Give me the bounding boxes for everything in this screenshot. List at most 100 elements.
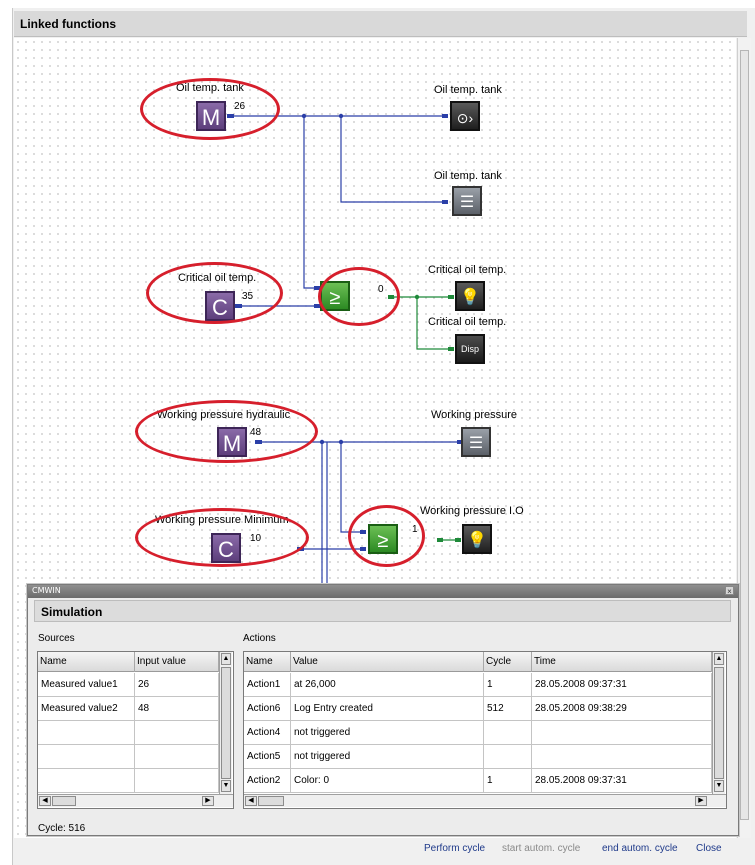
- start-auto-cycle-button[interactable]: start autom. cycle: [502, 843, 580, 854]
- close-icon[interactable]: ×: [725, 586, 734, 596]
- table-cell: Action2: [244, 769, 291, 793]
- table-cell: [532, 721, 712, 745]
- table-cell: 1: [484, 673, 532, 697]
- scrollbar-thumb[interactable]: [258, 796, 284, 806]
- table-cell: 512: [484, 697, 532, 721]
- simulation-window: CMWIN × Simulation Sources Actions Name …: [27, 584, 739, 836]
- table-cell: not triggered: [291, 721, 484, 745]
- annotation-ellipse: [146, 262, 283, 324]
- scrollbar-thumb[interactable]: [52, 796, 76, 806]
- cycle-counter: Cycle: 516: [38, 823, 86, 834]
- table-cell: [484, 721, 532, 745]
- column-header[interactable]: Time: [532, 652, 712, 672]
- table-cell: Action6: [244, 697, 291, 721]
- actions-vertical-scrollbar[interactable]: ▲ ▼: [712, 652, 725, 794]
- log-list-icon[interactable]: ☰: [452, 186, 482, 216]
- perform-cycle-button[interactable]: Perform cycle: [424, 843, 485, 854]
- actions-label: Actions: [243, 633, 276, 644]
- simulation-title: Simulation: [41, 605, 103, 619]
- annotation-ellipse: [135, 400, 318, 463]
- analog-output-icon[interactable]: ⊙›: [450, 101, 480, 131]
- table-cell: not triggered: [291, 745, 484, 769]
- lamp-icon[interactable]: 💡: [462, 524, 492, 554]
- lamp-icon[interactable]: 💡: [455, 281, 485, 311]
- critical-lamp-label: Critical oil temp.: [428, 264, 507, 276]
- table-row[interactable]: Measured value1 26: [38, 673, 219, 697]
- table-cell: Log Entry created: [291, 697, 484, 721]
- actions-horizontal-scrollbar[interactable]: ◀ ▶: [244, 794, 726, 807]
- actions-table-header: Name Value Cycle Time: [244, 652, 712, 672]
- scroll-down-icon[interactable]: ▼: [714, 780, 724, 792]
- table-cell: [135, 721, 219, 745]
- table-cell: [38, 721, 135, 745]
- scrollbar-thumb[interactable]: [221, 667, 231, 779]
- sources-horizontal-scrollbar[interactable]: ◀ ▶: [38, 794, 233, 807]
- table-cell: [484, 745, 532, 769]
- table-row[interactable]: [38, 769, 219, 793]
- table-cell: [532, 745, 712, 769]
- scroll-right-icon[interactable]: ▶: [202, 796, 214, 806]
- pressure-log-label: Working pressure: [431, 409, 517, 421]
- table-cell: Measured value2: [38, 697, 135, 721]
- table-row[interactable]: Action5 not triggered: [244, 745, 712, 769]
- table-cell: Measured value1: [38, 673, 135, 697]
- panel-header: Linked functions: [14, 11, 747, 37]
- wire-oil-to-compare1: [303, 116, 319, 289]
- annotation-ellipse: [135, 508, 309, 567]
- column-header[interactable]: Cycle: [484, 652, 532, 672]
- column-header[interactable]: Input value: [135, 652, 219, 672]
- annotation-ellipse: [318, 267, 400, 326]
- close-button[interactable]: Close: [696, 843, 722, 854]
- table-row[interactable]: Action6 Log Entry created 512 28.05.2008 09…: [244, 697, 712, 721]
- annotation-ellipse: [140, 78, 280, 140]
- scroll-left-icon[interactable]: ◀: [245, 796, 257, 806]
- sources-table-header: Name Input value: [38, 652, 219, 672]
- table-row[interactable]: Measured value2 48: [38, 697, 219, 721]
- wire-oil-to-out2: [340, 116, 446, 203]
- canvas-vertical-scrollbar[interactable]: [737, 38, 751, 838]
- simulation-header: Simulation: [34, 600, 731, 622]
- sources-table: Name Input value Measured value1 26 Measur…: [37, 651, 234, 809]
- table-cell: [135, 745, 219, 769]
- scroll-up-icon[interactable]: ▲: [221, 653, 231, 665]
- table-cell: [38, 745, 135, 769]
- table-cell: 26: [135, 673, 219, 697]
- scrollbar-thumb[interactable]: [714, 667, 724, 779]
- column-header[interactable]: Value: [291, 652, 484, 672]
- pressure-lamp-label: Working pressure I.O: [420, 505, 524, 517]
- table-cell: Action4: [244, 721, 291, 745]
- table-cell: 28.05.2008 09:37:31: [532, 769, 712, 793]
- scroll-right-icon[interactable]: ▶: [695, 796, 707, 806]
- end-auto-cycle-button[interactable]: end autom. cycle: [602, 843, 678, 854]
- scroll-left-icon[interactable]: ◀: [39, 796, 51, 806]
- panel-title: Linked functions: [20, 17, 116, 31]
- critical-disp-label: Critical oil temp.: [428, 316, 507, 328]
- table-row[interactable]: Action1 at 26,000 1 28.05.2008 09:37:31: [244, 673, 712, 697]
- table-row[interactable]: Action4 not triggered: [244, 721, 712, 745]
- scroll-up-icon[interactable]: ▲: [714, 653, 724, 665]
- table-cell: Action1: [244, 673, 291, 697]
- window-titlebar: CMWIN ×: [28, 585, 738, 598]
- table-cell: 1: [484, 769, 532, 793]
- annotation-ellipse: [348, 505, 425, 567]
- table-row[interactable]: [38, 745, 219, 769]
- sources-vertical-scrollbar[interactable]: ▲ ▼: [219, 652, 232, 794]
- table-cell: Action5: [244, 745, 291, 769]
- table-cell: 28.05.2008 09:37:31: [532, 673, 712, 697]
- table-cell: Color: 0: [291, 769, 484, 793]
- table-row[interactable]: Action2 Color: 0 1 28.05.2008 09:37:31: [244, 769, 712, 793]
- oil-temp-out1-label: Oil temp. tank: [434, 84, 502, 96]
- window-title: CMWIN: [32, 586, 61, 595]
- table-cell: 48: [135, 697, 219, 721]
- scroll-down-icon[interactable]: ▼: [221, 780, 231, 792]
- table-cell: [135, 769, 219, 793]
- display-icon[interactable]: Disp: [455, 334, 485, 364]
- table-row[interactable]: [38, 721, 219, 745]
- sources-label: Sources: [38, 633, 75, 644]
- table-cell: [38, 769, 135, 793]
- scrollbar-thumb[interactable]: [740, 50, 749, 820]
- log-list-icon[interactable]: ☰: [461, 427, 491, 457]
- table-cell: at 26,000: [291, 673, 484, 697]
- column-header[interactable]: Name: [38, 652, 135, 672]
- column-header[interactable]: Name: [244, 652, 291, 672]
